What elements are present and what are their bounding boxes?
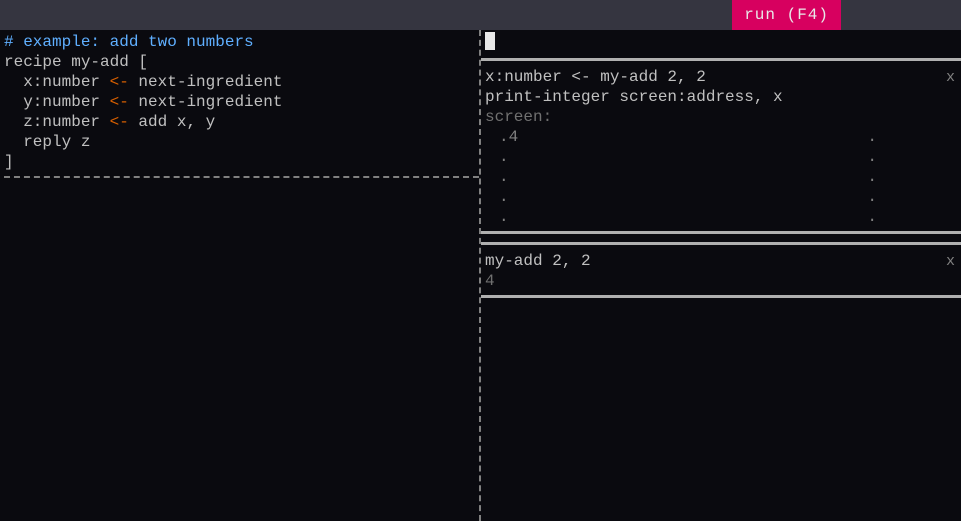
sandbox-pane: xx:number <- my-add 2, 2print-integer sc… <box>481 30 961 521</box>
code-line: z:number <- add x, y <box>4 112 479 132</box>
screen-row: .. <box>485 207 957 227</box>
code-line: ] <box>4 152 479 172</box>
sandbox-0: xx:number <- my-add 2, 2print-integer sc… <box>481 67 961 227</box>
code-line: y:number <- next-ingredient <box>4 92 479 112</box>
editor-divider <box>4 176 479 178</box>
run-button[interactable]: run (F4) <box>732 0 841 30</box>
sandbox-command: my-add 2, 2 <box>485 251 957 271</box>
sandbox-1: xmy-add 2, 24 <box>481 251 961 291</box>
main-area: # example: add two numbersrecipe my-add … <box>0 30 961 521</box>
sandbox-command: x:number <- my-add 2, 2 <box>485 67 957 87</box>
sandbox-command: print-integer screen:address, x <box>485 87 957 107</box>
screen-row: .. <box>485 187 957 207</box>
code-line: recipe my-add [ <box>4 52 479 72</box>
sandbox-divider <box>481 295 961 298</box>
title-bar: run (F4) <box>0 0 961 30</box>
code-line: # example: add two numbers <box>4 32 479 52</box>
close-icon[interactable]: x <box>946 253 955 270</box>
sandbox-result: 4 <box>485 271 957 291</box>
code-line: x:number <- next-ingredient <box>4 72 479 92</box>
screen-row: .4. <box>485 127 957 147</box>
code-line: reply z <box>4 132 479 152</box>
editor-pane[interactable]: # example: add two numbersrecipe my-add … <box>0 30 481 521</box>
screen-row: .. <box>485 147 957 167</box>
screen-label: screen: <box>485 107 957 127</box>
cursor-icon <box>485 32 495 50</box>
close-icon[interactable]: x <box>946 69 955 86</box>
sandbox-divider <box>481 242 961 245</box>
sandbox-input[interactable] <box>481 32 961 50</box>
screen-row: .. <box>485 167 957 187</box>
sandbox-divider <box>481 58 961 61</box>
sandbox-divider <box>481 231 961 234</box>
